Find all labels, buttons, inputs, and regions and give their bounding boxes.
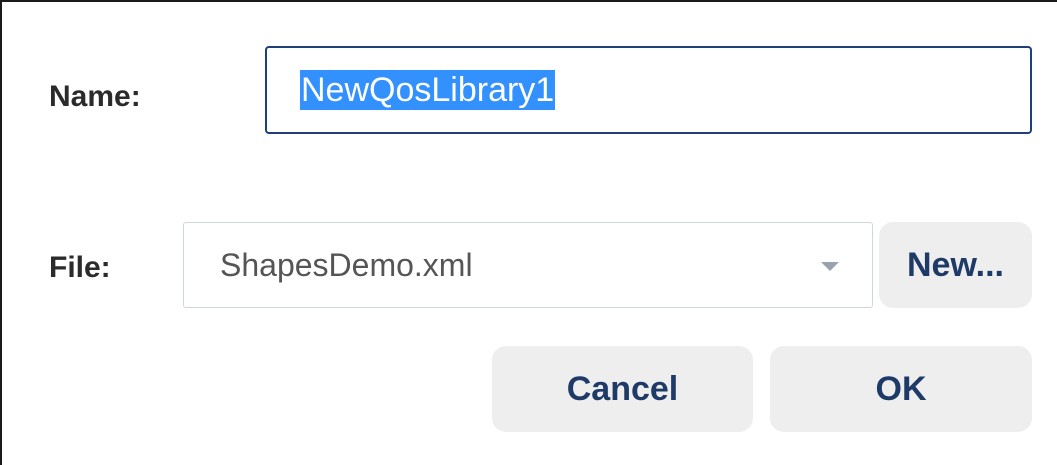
- ok-button[interactable]: OK: [770, 346, 1032, 432]
- file-dropdown[interactable]: ShapesDemo.xml: [183, 222, 873, 308]
- new-qos-library-dialog: Name: NewQosLibrary1 File: ShapesDemo.xm…: [0, 0, 1057, 465]
- name-input-value: NewQosLibrary1: [300, 70, 556, 110]
- chevron-down-icon: [821, 262, 839, 271]
- name-input[interactable]: NewQosLibrary1: [265, 46, 1032, 134]
- cancel-button[interactable]: Cancel: [492, 346, 753, 432]
- name-label: Name:: [49, 80, 141, 113]
- new-file-button[interactable]: New...: [879, 222, 1032, 308]
- file-label: File:: [49, 251, 111, 284]
- file-dropdown-value: ShapesDemo.xml: [220, 246, 473, 283]
